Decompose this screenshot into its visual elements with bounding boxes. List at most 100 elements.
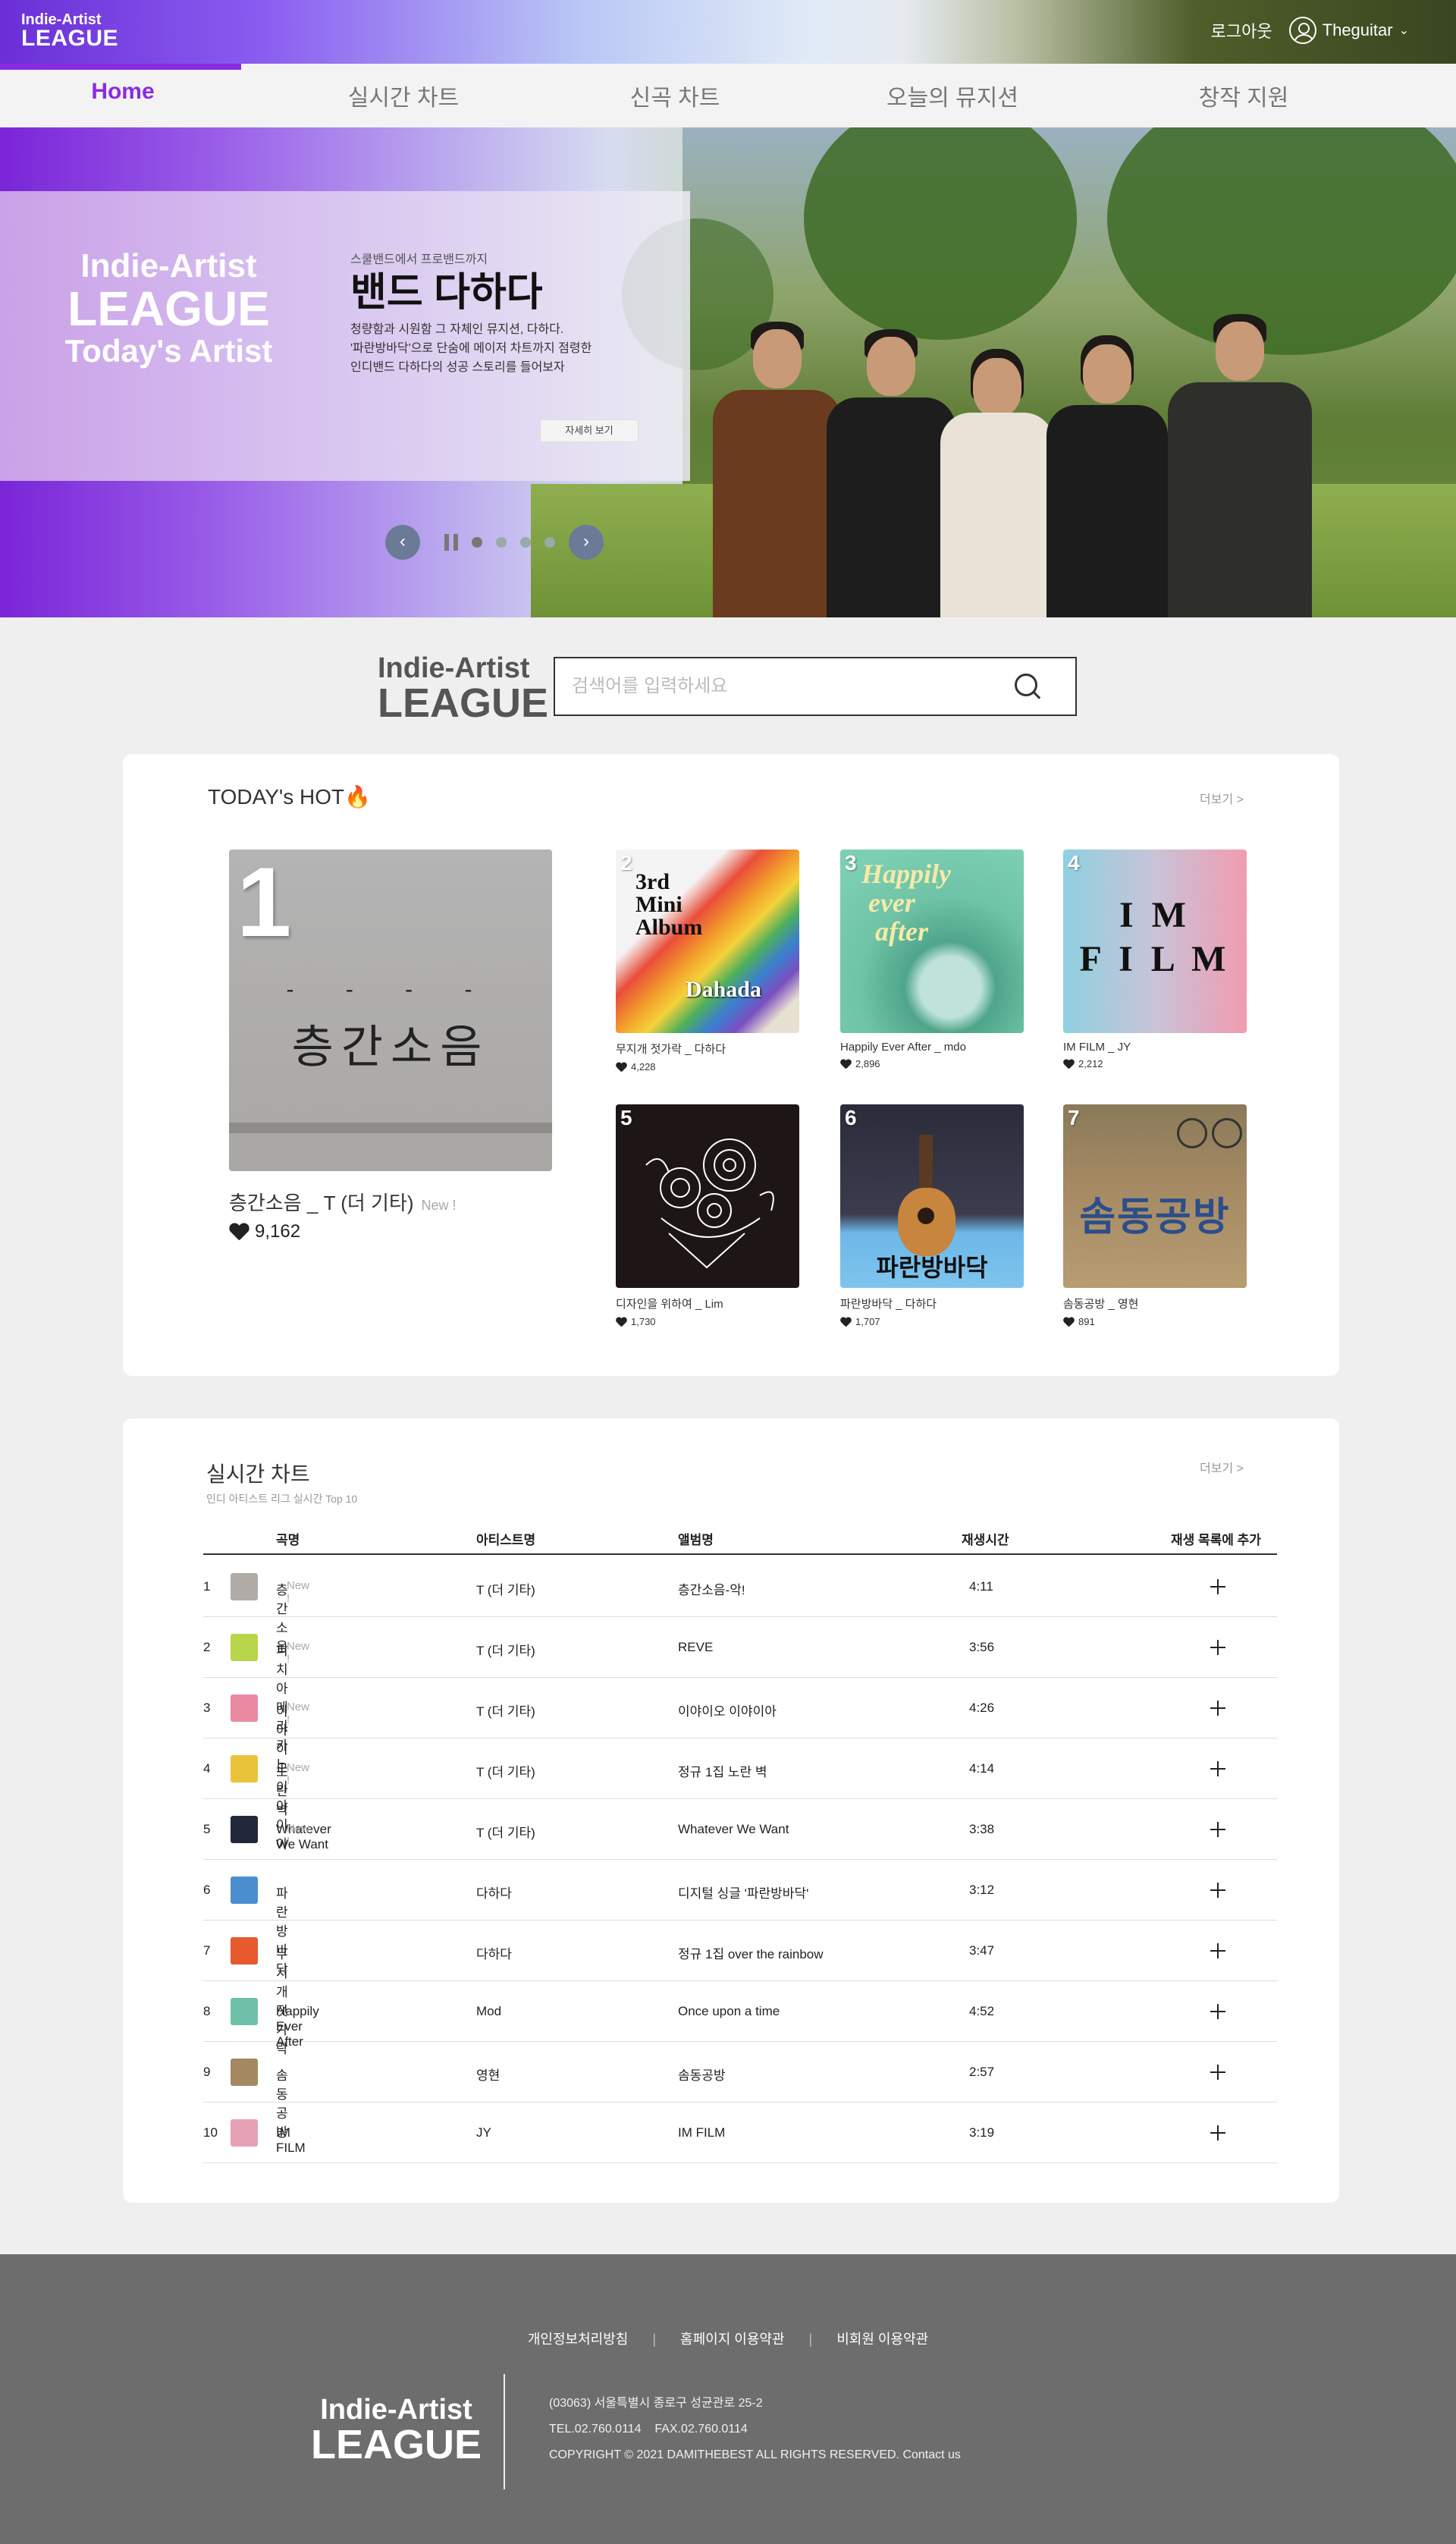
artist-name[interactable]: T (더 기타) xyxy=(476,1701,535,1720)
album-name[interactable]: 정규 1집 over the rainbow xyxy=(678,1943,824,1962)
pause-icon[interactable] xyxy=(444,534,458,551)
site-logo[interactable]: Indie-Artist LEAGUE xyxy=(21,12,118,50)
album-name[interactable]: 정규 1집 노란 벽 xyxy=(678,1761,767,1780)
artist-name[interactable]: 다하다 xyxy=(476,1943,512,1962)
footer-link-terms[interactable]: 홈페이지 이용약관 xyxy=(680,2332,784,2347)
table-row[interactable]: 7 무지개 젓가락 다하다 정규 1집 over the rainbow 3:47 xyxy=(203,1921,1277,2056)
album-thumbnail[interactable] xyxy=(231,2119,258,2147)
album-thumbnail[interactable] xyxy=(231,1998,258,2025)
table-row[interactable]: 6 파란방바닥 다하다 디지털 싱글 '파란방바닥' 3:12 xyxy=(203,1860,1277,1977)
table-row[interactable]: 3 이야이오 이야이아 New ! T (더 기타) 이야이오 이야이아 4:26 xyxy=(203,1678,1277,1851)
plus-icon[interactable] xyxy=(1209,2124,1227,2142)
artist-name[interactable]: JY xyxy=(476,2125,491,2140)
album-name[interactable]: IM FILM xyxy=(678,2125,725,2140)
todays-hot-more-link[interactable]: 더보기 > xyxy=(1200,789,1244,807)
album-thumbnail[interactable] xyxy=(231,1816,258,1843)
artist-name[interactable]: 영현 xyxy=(476,2065,500,2084)
slider-controls: ‹ › xyxy=(385,525,604,560)
chart-rank: 5 xyxy=(203,1822,211,1836)
heart-icon[interactable] xyxy=(840,1318,851,1327)
plus-icon[interactable] xyxy=(1209,1881,1227,1899)
chevron-down-icon: ⌄ xyxy=(1398,24,1409,37)
album-cover: 3 Happily ever after xyxy=(840,850,1024,1033)
slider-prev-button[interactable]: ‹ xyxy=(385,525,420,560)
footer: 개인정보처리방침 | 홈페이지 이용약관 | 비회원 이용약관 Indie-Artist… xyxy=(0,2254,1456,2544)
table-row[interactable]: 4 노란 벽 New ! T (더 기타) 정규 1집 노란 벽 4:14 xyxy=(203,1738,1277,1817)
table-row[interactable]: 8 Happily Ever After Mod Once upon a time 4:… xyxy=(203,1981,1277,2049)
album-name[interactable]: 솜동공방 xyxy=(678,2065,726,2084)
artist-name[interactable]: T (더 기타) xyxy=(476,1640,535,1659)
heart-icon[interactable] xyxy=(1063,1060,1074,1069)
album-thumbnail[interactable] xyxy=(231,1937,258,1965)
album-thumbnail[interactable] xyxy=(231,1755,258,1782)
like-count: 1,707 xyxy=(855,1316,880,1327)
tab-new-chart[interactable]: 신곡 차트 xyxy=(630,79,720,112)
heart-icon[interactable] xyxy=(840,1060,851,1069)
hot-track-item[interactable]: 3 Happily ever after Happily Ever After … xyxy=(840,850,1024,1069)
top-track-title[interactable]: 층간소음 _ T (더 기타) New ! xyxy=(229,1188,457,1216)
search-input[interactable] xyxy=(555,658,980,715)
tab-home[interactable]: Home xyxy=(91,79,154,105)
artist-name[interactable]: T (더 기타) xyxy=(476,1579,535,1598)
table-row[interactable]: 5 Whatever We Want New ! T (더 기타) Whatever W… xyxy=(203,1799,1277,1860)
album-thumbnail[interactable] xyxy=(231,1573,258,1600)
hot-track-item[interactable]: 7 솜동공방 솜동공방 _ 영현 891 xyxy=(1063,1104,1247,1327)
album-thumbnail[interactable] xyxy=(231,1877,258,1904)
plus-icon[interactable] xyxy=(1209,2002,1227,2021)
tab-realtime-chart[interactable]: 실시간 차트 xyxy=(348,79,459,112)
artist-name[interactable]: 다하다 xyxy=(476,1883,512,1902)
hot-track-item[interactable]: 5 디자인을 위하여 _ Lim 1,730 xyxy=(616,1104,799,1327)
album-name[interactable]: 디지털 싱글 '파란방바닥' xyxy=(678,1883,808,1902)
heart-icon[interactable] xyxy=(229,1223,249,1240)
plus-icon[interactable] xyxy=(1209,1699,1227,1717)
hero-desc-line: 인디밴드 다하다의 성공 스토리를 들어보자 xyxy=(350,360,565,374)
album-name[interactable]: Whatever We Want xyxy=(678,1822,789,1837)
album-name[interactable]: 층간소음-악! xyxy=(678,1579,745,1598)
hero-brand-line1: Indie-Artist xyxy=(80,247,257,284)
table-row[interactable]: 2 피치 아메리카노 New ! T (더 기타) REVE 3:56 xyxy=(203,1617,1277,1772)
hot-track-item[interactable]: 4 I MF I L M IM FILM _ JY 2,212 xyxy=(1063,850,1247,1069)
plus-icon[interactable] xyxy=(1209,1820,1227,1839)
cover-strip xyxy=(229,1123,552,1133)
hero-brand: Indie-Artist LEAGUE Today's Artist xyxy=(0,247,337,368)
album-thumbnail[interactable] xyxy=(231,1694,258,1722)
album-name[interactable]: Once upon a time xyxy=(678,2004,780,2019)
plus-icon[interactable] xyxy=(1209,1760,1227,1778)
hero-more-button[interactable]: 자세히 보기 xyxy=(540,419,639,442)
hot-track-item[interactable]: 6 파란방바닥 파란방바닥 _ 다하다 1,707 xyxy=(840,1104,1024,1327)
footer-link-privacy[interactable]: 개인정보처리방침 xyxy=(528,2332,628,2347)
slider-next-button[interactable]: › xyxy=(569,525,604,560)
new-badge: New ! xyxy=(421,1198,457,1213)
plus-icon[interactable] xyxy=(1209,1638,1227,1657)
album-name[interactable]: REVE xyxy=(678,1640,713,1655)
artist-name[interactable]: T (더 기타) xyxy=(476,1822,535,1841)
search-icon[interactable] xyxy=(1015,674,1042,701)
heart-icon[interactable] xyxy=(616,1063,626,1072)
slider-dot[interactable] xyxy=(520,537,531,548)
hot-track-item[interactable]: 2 3rd Mini Album Dahada 무지개 젓가락 _ 다하다 4,22… xyxy=(616,850,799,1073)
slider-dot[interactable] xyxy=(496,537,507,548)
logout-link[interactable]: 로그아웃 xyxy=(1211,18,1272,42)
table-row[interactable]: 9 솜동공방 영현 솜동공방 2:57 xyxy=(203,2042,1277,2140)
realtime-more-link[interactable]: 더보기 > xyxy=(1200,1458,1244,1476)
user-menu[interactable]: Theguitar ⌄ xyxy=(1288,17,1409,44)
plus-icon[interactable] xyxy=(1209,2063,1227,2081)
heart-icon[interactable] xyxy=(616,1318,626,1327)
heart-icon[interactable] xyxy=(1063,1318,1074,1327)
tab-todays-musician[interactable]: 오늘의 뮤지션 xyxy=(886,79,1018,112)
search-logo-line1: Indie-Artist xyxy=(378,652,530,684)
slider-dot[interactable] xyxy=(544,537,555,548)
album-thumbnail[interactable] xyxy=(231,2059,258,2086)
album-thumbnail[interactable] xyxy=(231,1634,258,1661)
top-track-cover[interactable]: 1 - - - - 층간소음 xyxy=(229,850,552,1171)
slider-dot[interactable] xyxy=(472,537,482,548)
table-row[interactable]: 10 IM FILM JY IM FILM 3:19 xyxy=(203,2103,1277,2163)
plus-icon[interactable] xyxy=(1209,1942,1227,1960)
plus-icon[interactable] xyxy=(1209,1578,1227,1596)
table-row[interactable]: 1 층간소음 New ! T (더 기타) 층간소음-악! 4:11 xyxy=(203,1556,1277,1654)
artist-name[interactable]: T (더 기타) xyxy=(476,1761,535,1780)
tab-creation-support[interactable]: 창작 지원 xyxy=(1199,79,1289,112)
footer-link-guest-terms[interactable]: 비회원 이용약관 xyxy=(836,2332,928,2347)
album-name[interactable]: 이야이오 이야이아 xyxy=(678,1701,777,1720)
artist-name[interactable]: Mod xyxy=(476,2004,501,2019)
